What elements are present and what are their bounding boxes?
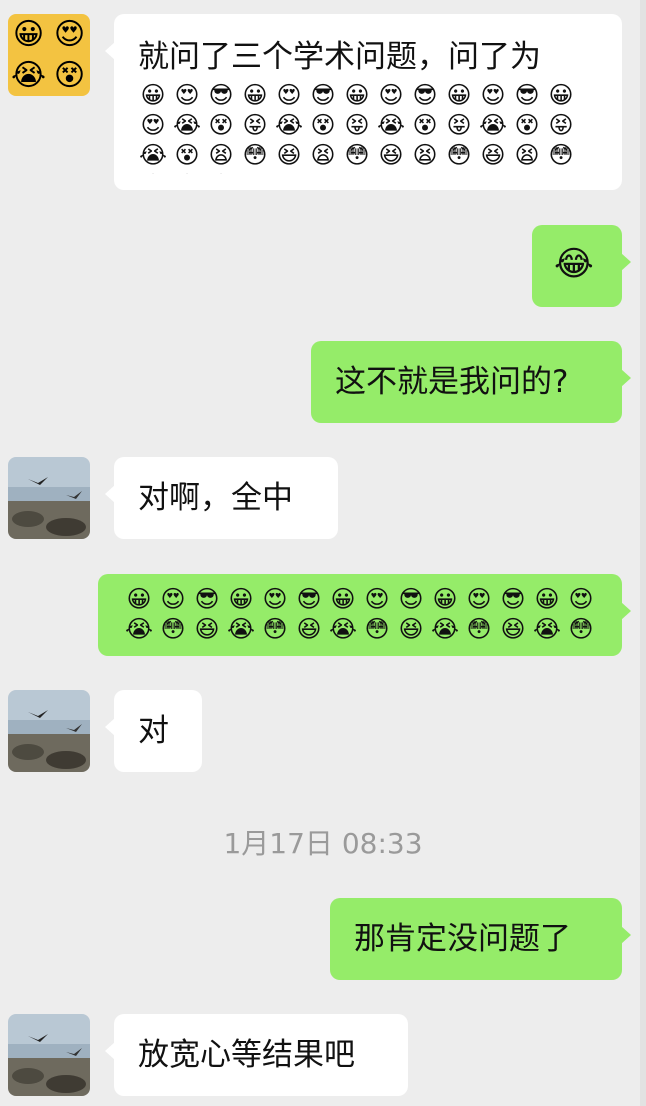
emoji-icon: 😭 xyxy=(376,111,406,139)
message-text: 这不就是我问的? xyxy=(335,364,569,400)
emoji-icon: 😵 xyxy=(514,111,540,139)
message-bubble[interactable]: 😂 xyxy=(532,225,631,307)
emoji-icon: 😆 xyxy=(136,170,170,174)
message-text: 放宽心等结果吧 xyxy=(138,1037,355,1073)
avatar[interactable] xyxy=(8,1014,90,1096)
emoji-icon: 😭 xyxy=(532,615,562,643)
emoji-icon: 😵 xyxy=(310,111,336,139)
emoji-icon: 😀 xyxy=(446,81,472,109)
avatar[interactable] xyxy=(8,457,90,539)
emoji-icon: 😀 xyxy=(126,585,152,613)
emoji-icon: 😀 xyxy=(548,81,574,109)
emoji-icon: 😳 xyxy=(364,615,390,643)
emoji-icon: 😎 xyxy=(194,585,220,613)
emoji-icon: 😆 xyxy=(480,141,506,169)
emoji-icon: 😝 xyxy=(242,111,268,139)
emoji-icon: 😎 xyxy=(412,81,438,109)
emoji-icon: 😭 xyxy=(124,615,154,643)
emoji-icon: 😍 xyxy=(160,585,186,613)
emoji-icon: 😍 xyxy=(378,81,404,109)
emoji-icon: 😫 xyxy=(514,141,540,169)
message-bubble[interactable]: 对啊，全中 xyxy=(105,457,338,539)
message-bubble[interactable]: 这不就是我问的? xyxy=(311,341,631,423)
emoji-icon: 😆 xyxy=(398,615,424,643)
emoji-icon: 😀 xyxy=(344,81,370,109)
emoji-icon: 😎 xyxy=(500,585,526,613)
emoji-grid: 😀 😍 😎 😀 😍 😎 😀 😍 😎 😀 😍 😎 😀 😍 😭 😳 😆 😭 😳 😆 … xyxy=(122,584,602,646)
emoji-icon: 😳 xyxy=(242,141,268,169)
emoji-icon: 😀 xyxy=(330,585,356,613)
emoji-icon: 😎 xyxy=(514,81,540,109)
emoji-icon: 😎 xyxy=(398,585,424,613)
emoji-icon: 😀 xyxy=(140,81,166,109)
emoji-icon: 😍 xyxy=(364,585,390,613)
emoji-icon: 😎 xyxy=(310,81,336,109)
scrollbar[interactable] xyxy=(640,0,646,1106)
laughing-emoji-icon: 😂 xyxy=(554,244,594,284)
message-bubble[interactable]: 那肯定没问题了 xyxy=(330,898,631,980)
emoji-icon: 😭 xyxy=(478,111,508,139)
emoji-icon: 😳 xyxy=(548,141,574,169)
emoji-icon: 😍 xyxy=(140,111,166,139)
emoji-icon: 😀 xyxy=(228,585,254,613)
emoji-icon: 😭 xyxy=(172,111,202,139)
timestamp: 1月17日 08:33 xyxy=(223,827,423,860)
emoji-icon: 😵 xyxy=(208,111,234,139)
emoji-icon: 😳 xyxy=(204,170,238,174)
message-text: 就问了三个学术问题，问了为 xyxy=(138,39,541,75)
message-bubble[interactable]: 对 xyxy=(105,690,202,772)
bird-beach-avatar-icon xyxy=(8,690,90,772)
message-bubble[interactable]: 就问了三个学术问题，问了为 😀 😍 😎 😀 😍 😎 😀 😍 😎 😀 😍 😎 😀 … xyxy=(105,14,622,190)
emoji-icon: 😍 xyxy=(568,585,594,613)
emoji-icon: 😆 xyxy=(500,615,526,643)
emoji-icon: 😳 xyxy=(446,141,472,169)
emoji-icon: 😫 xyxy=(208,141,234,169)
emoji-icon: 😫 xyxy=(310,141,336,169)
emoji-icon: 😍 xyxy=(276,81,302,109)
avatar[interactable] xyxy=(8,690,90,772)
message-text: 那肯定没问题了 xyxy=(354,921,571,957)
emoji-icon: 😭 xyxy=(430,615,460,643)
emoji-icon: 😳 xyxy=(466,615,492,643)
emoji-icon: 😎 xyxy=(208,81,234,109)
emoji-icon: 😀 xyxy=(534,585,560,613)
message-text: 对啊，全中 xyxy=(138,480,293,516)
avatar[interactable]: 😀 😍 😭 😵 xyxy=(8,14,90,96)
emoji-icon: 😝 xyxy=(344,111,370,139)
emoji-icon: 😍 xyxy=(466,585,492,613)
bird-beach-avatar-icon xyxy=(8,1014,90,1096)
bird-beach-avatar-icon xyxy=(8,457,90,539)
emoji-icon: 😍 xyxy=(174,81,200,109)
emoji-icon: 😭 xyxy=(328,615,358,643)
emoji-icon: 😭 xyxy=(226,615,256,643)
emoji-icon: 😫 xyxy=(412,141,438,169)
emoji-icon: 😳 xyxy=(568,615,594,643)
emoji-icon: 😆 xyxy=(276,141,302,169)
emoji-icon: 😵 xyxy=(412,111,438,139)
emoji-icon: 😳 xyxy=(262,615,288,643)
message-text: 对 xyxy=(138,713,169,749)
emoji-icon: 😆 xyxy=(194,615,220,643)
emoji-icon: 😆 xyxy=(378,141,404,169)
emoji-grid: 😀 😍 😎 😀 😍 😎 😀 😍 😎 😀 😍 😎 😀 😍 😭 😵 😝 😭 😵 😝 … xyxy=(136,80,606,174)
emoji-icon: 😎 xyxy=(296,585,322,613)
emoji-icon: 😍 xyxy=(480,81,506,109)
emoji-icon: 😭 xyxy=(274,111,304,139)
emoji-icon: 😝 xyxy=(446,111,472,139)
emoji-avatar-icon: 😀 😍 😭 😵 xyxy=(10,17,86,93)
emoji-icon: 😫 xyxy=(170,170,204,174)
emoji-icon: 😆 xyxy=(296,615,322,643)
message-bubble[interactable]: 😀 😍 😎 😀 😍 😎 😀 😍 😎 😀 😍 😎 😀 😍 😭 😳 😆 😭 😳 😆 … xyxy=(98,574,631,656)
emoji-icon: 😍 xyxy=(262,585,288,613)
message-bubble[interactable]: 放宽心等结果吧 xyxy=(105,1014,408,1096)
emoji-icon: 😳 xyxy=(344,141,370,169)
emoji-icon: 😀 xyxy=(242,81,268,109)
emoji-icon: 😵 xyxy=(174,141,200,169)
emoji-icon: 😝 xyxy=(548,111,574,139)
emoji-icon: 😳 xyxy=(160,615,186,643)
emoji-icon: 😀 xyxy=(432,585,458,613)
emoji-icon: 😭 xyxy=(138,141,168,169)
